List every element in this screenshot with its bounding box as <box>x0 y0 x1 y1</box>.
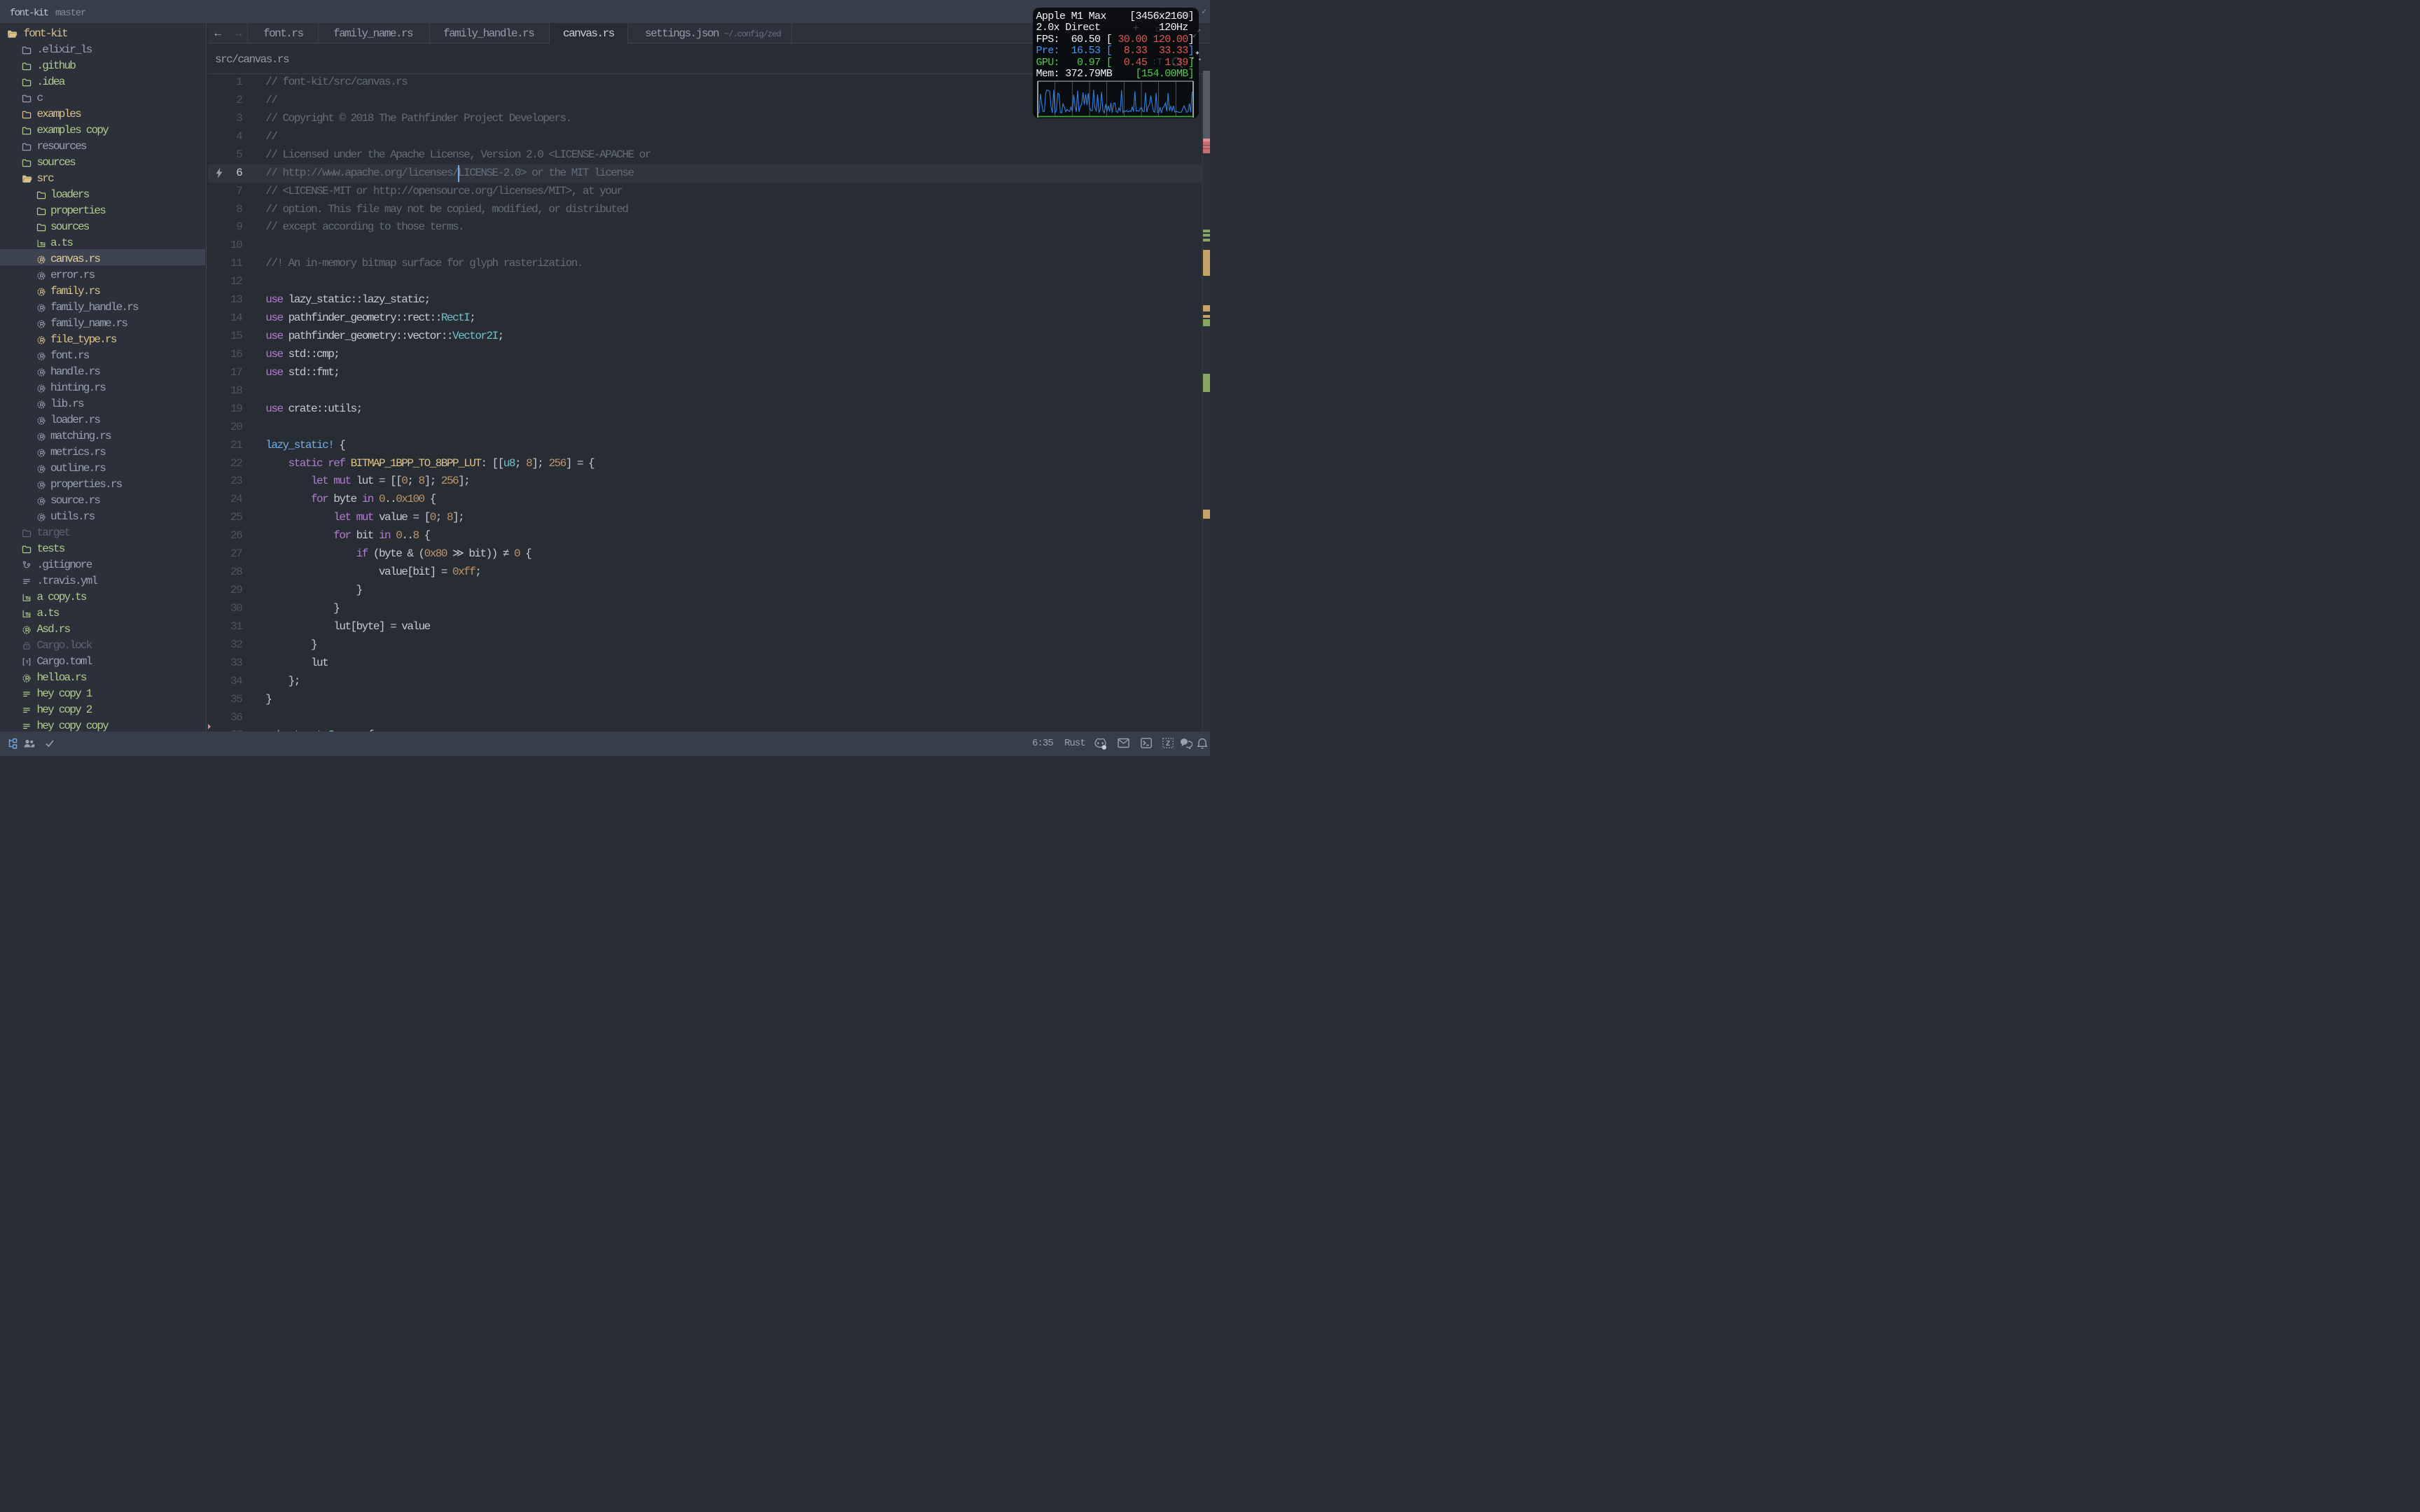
svg-text:Z: Z <box>1165 740 1169 748</box>
